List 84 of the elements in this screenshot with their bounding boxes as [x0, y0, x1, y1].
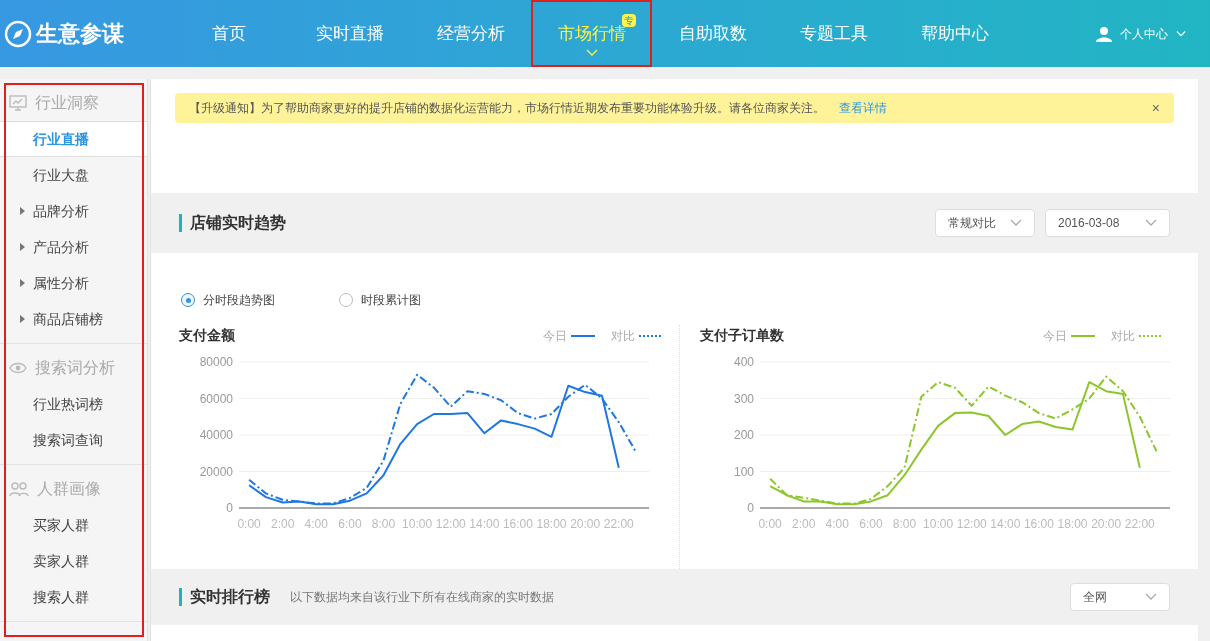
radio-button[interactable] [339, 293, 353, 307]
x-tick-label: 14:00 [990, 517, 1021, 531]
chevron-down-icon [1010, 219, 1022, 227]
x-tick-label: 2:00 [271, 517, 295, 531]
sidebar-item[interactable]: 商品店铺榜 [0, 301, 147, 337]
x-tick-label: 6:00 [338, 517, 362, 531]
x-tick-label: 16:00 [1023, 517, 1054, 531]
x-tick-label: 22:00 [1124, 517, 1155, 531]
x-tick-label: 4:00 [304, 517, 328, 531]
sidebar-group-title: 搜索词分析 [35, 358, 115, 378]
user-icon [1096, 25, 1112, 42]
x-tick-label: 8:00 [892, 517, 917, 531]
x-tick-label: 20:00 [1091, 517, 1122, 531]
section-title: 店铺实时趋势 [179, 214, 286, 232]
y-tick-label: 80000 [199, 355, 233, 369]
badge: 专 [622, 14, 636, 27]
radio-button[interactable] [181, 293, 195, 307]
chevron-down-icon [1145, 219, 1157, 227]
y-tick-label: 0 [226, 501, 233, 515]
close-button[interactable]: × [1151, 97, 1160, 119]
x-tick-label: 0:00 [237, 517, 261, 531]
legend-label: 今日 [543, 327, 567, 345]
legend-line-icon [1071, 333, 1095, 338]
x-tick-label: 8:00 [371, 517, 396, 531]
sidebar-item[interactable]: 行业大盘 [0, 157, 147, 193]
x-tick-label: 10:00 [923, 517, 954, 531]
x-tick-label: 18:00 [1057, 517, 1088, 531]
eye-icon [9, 362, 27, 374]
people-icon [9, 481, 29, 497]
x-tick-label: 2:00 [792, 517, 816, 531]
dropdown-select[interactable]: 常规对比 [935, 209, 1035, 237]
chevron-down-icon [1145, 593, 1157, 601]
sidebar-item[interactable]: 搜索词查询 [0, 422, 147, 458]
caret-right-icon [20, 315, 25, 323]
caret-right-icon [20, 279, 25, 287]
caret-right-icon [20, 207, 25, 215]
chevron-down-icon [1176, 29, 1186, 38]
legend-line-icon [571, 333, 595, 338]
x-tick-label: 4:00 [825, 517, 849, 531]
sidebar-item[interactable]: 卖家人群 [0, 543, 147, 579]
chevron-down-icon [585, 49, 598, 57]
y-tick-label: 200 [733, 428, 754, 442]
monitor-icon [9, 95, 27, 111]
sidebar-item[interactable]: 属性分析 [0, 265, 147, 301]
sidebar-item[interactable]: 品牌分析 [0, 193, 147, 229]
chart-title: 支付金额 [179, 326, 235, 345]
caret-right-icon [20, 243, 25, 251]
legend-label: 对比 [1111, 327, 1135, 345]
chart-title: 支付子订单数 [700, 326, 784, 345]
legend-label: 对比 [611, 327, 635, 345]
sidebar-item[interactable]: 买家人群 [0, 507, 147, 543]
section-subtitle: 以下数据均来自该行业下所有在线商家的实时数据 [290, 589, 554, 606]
x-tick-label: 16:00 [502, 517, 533, 531]
x-tick-label: 20:00 [570, 517, 601, 531]
x-tick-label: 22:00 [603, 517, 634, 531]
y-tick-label: 300 [733, 391, 754, 406]
y-tick-label: 20000 [199, 464, 233, 479]
sidebar-item[interactable]: 搜索人群 [0, 579, 147, 615]
radio-label[interactable]: 分时段趋势图 [203, 291, 275, 309]
y-tick-label: 100 [733, 464, 754, 479]
legend-label: 今日 [1043, 327, 1067, 345]
sidebar-item[interactable]: 行业热词榜 [0, 386, 147, 422]
sidebar-group-title: 人群画像 [37, 479, 101, 499]
y-tick-label: 60000 [199, 391, 233, 406]
legend-line-icon [639, 333, 663, 338]
compass-icon [4, 19, 32, 48]
x-tick-label: 12:00 [435, 517, 466, 531]
y-tick-label: 40000 [199, 428, 233, 442]
y-tick-label: 0 [747, 501, 754, 515]
x-tick-label: 6:00 [859, 517, 883, 531]
notice-text: 【升级通知】为了帮助商家更好的提升店铺的数据化运营能力，市场行情近期发布重要功能体验升级。请各位商家关注。 [189, 100, 825, 117]
y-tick-label: 400 [733, 355, 754, 369]
legend-line-icon [1139, 333, 1163, 338]
dropdown-select[interactable]: 2016-03-08 [1045, 209, 1170, 237]
sidebar-item[interactable]: 产品分析 [0, 229, 147, 265]
x-tick-label: 18:00 [536, 517, 567, 531]
section-title: 实时排行榜 [179, 588, 270, 606]
radio-label[interactable]: 时段累计图 [361, 291, 421, 309]
sidebar-group-title: 行业洞察 [35, 93, 99, 113]
x-tick-label: 0:00 [758, 517, 782, 531]
dropdown-select[interactable]: 全网 [1070, 583, 1170, 611]
x-tick-label: 12:00 [956, 517, 987, 531]
x-tick-label: 14:00 [469, 517, 500, 531]
x-tick-label: 10:00 [402, 517, 433, 531]
